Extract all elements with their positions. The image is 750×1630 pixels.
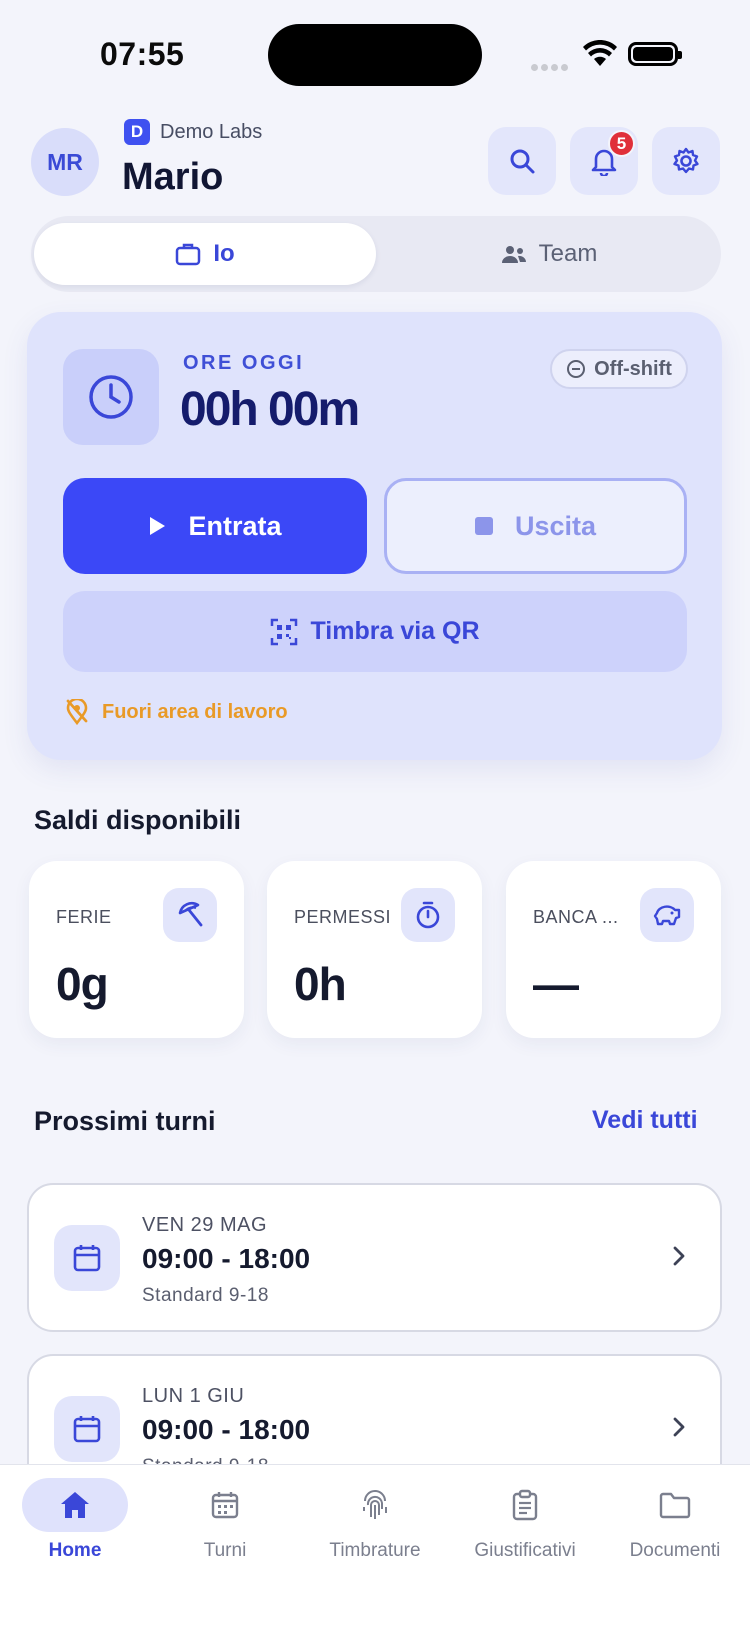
dynamic-island: [268, 24, 482, 86]
shift-card[interactable]: VEN 29 MAG 09:00 - 18:00 Standard 9-18: [27, 1183, 722, 1332]
chevron-right-icon: [672, 1416, 686, 1443]
stop-icon: [474, 517, 493, 535]
calendar-icon: [172, 1478, 278, 1532]
play-icon: [150, 517, 166, 535]
balance-label: PERMESSI: [294, 907, 392, 927]
search-icon: [510, 149, 535, 174]
shift-status-badge: Off-shift: [550, 349, 688, 389]
shift-hours: 09:00 - 18:00: [142, 1414, 311, 1445]
shift-date: VEN 29 MAG: [142, 1214, 268, 1236]
tab-documenti-label: Documenti: [629, 1540, 721, 1561]
search-button[interactable]: [488, 127, 556, 195]
calendar-icon: [54, 1396, 120, 1462]
shift-type: Standard 9-18: [142, 1285, 269, 1306]
briefcase-icon: [176, 243, 201, 266]
beach-umbrella-icon: [163, 888, 217, 942]
tab-io-label: Io: [213, 240, 235, 267]
qr-clock-label: Timbra via QR: [310, 617, 480, 645]
avatar[interactable]: MR: [31, 128, 99, 196]
stopwatch-icon: [401, 888, 455, 942]
home-icon: [22, 1478, 128, 1532]
hours-today-value: 00h 00m: [180, 383, 360, 436]
folder-icon: [622, 1478, 728, 1532]
gear-icon: [673, 147, 699, 174]
balance-value: 0h: [294, 958, 347, 1010]
calendar-icon: [54, 1225, 120, 1291]
balance-card-banca[interactable]: BANCA ... —: [506, 861, 721, 1038]
hours-today-label: ORE OGGI: [183, 352, 305, 374]
shift-status-text: Off-shift: [594, 357, 672, 380]
clipboard-icon: [472, 1478, 578, 1532]
tab-documenti[interactable]: Documenti: [600, 1478, 750, 1562]
tab-timbrature-label: Timbrature: [329, 1540, 421, 1561]
tab-team-label: Team: [538, 240, 598, 267]
qr-code-icon: [271, 618, 298, 645]
user-name: Mario: [122, 156, 224, 198]
balance-label: BANCA ...: [533, 907, 619, 927]
tab-team[interactable]: Team: [378, 223, 720, 285]
balance-value: —: [533, 958, 579, 1010]
qr-clock-button[interactable]: Timbra via QR: [63, 591, 687, 672]
battery-icon: [628, 42, 682, 66]
chevron-right-icon: [672, 1245, 686, 1272]
clock-out-label: Uscita: [514, 510, 597, 541]
balance-label: FERIE: [56, 907, 112, 927]
cellular-signal-icon: [531, 58, 571, 76]
balance-card-ferie[interactable]: FERIE 0g: [29, 861, 244, 1038]
geofence-warning-text: Fuori area di lavoro: [102, 700, 288, 723]
balance-value: 0g: [56, 958, 109, 1010]
fingerprint-icon: [322, 1478, 428, 1532]
see-all-link[interactable]: Vedi tutti: [592, 1106, 698, 1135]
clock-in-label: Entrata: [188, 510, 282, 541]
upcoming-shifts-title: Prossimi turni: [34, 1106, 216, 1136]
clock-tile: [63, 349, 159, 445]
status-time: 07:55: [100, 36, 185, 72]
balance-card-permessi[interactable]: PERMESSI 0h: [267, 861, 482, 1038]
tab-turni[interactable]: Turni: [150, 1478, 300, 1562]
clock-icon: [89, 375, 133, 419]
tab-timbrature[interactable]: Timbrature: [300, 1478, 450, 1562]
location-off-icon: [66, 699, 88, 725]
shift-hours: 09:00 - 18:00: [142, 1243, 311, 1274]
settings-button[interactable]: [652, 127, 720, 195]
org-name[interactable]: Demo Labs: [160, 121, 262, 144]
tab-turni-label: Turni: [203, 1540, 247, 1561]
tab-home-label: Home: [48, 1540, 102, 1561]
tab-home[interactable]: Home: [0, 1478, 150, 1562]
clock-out-button[interactable]: Uscita: [384, 478, 687, 574]
tab-io[interactable]: Io: [34, 223, 376, 285]
people-icon: [501, 246, 526, 263]
piggy-bank-icon: [640, 888, 694, 942]
notification-badge: 5: [608, 130, 635, 157]
tab-giustificativi-label: Giustificativi: [474, 1540, 576, 1561]
tab-giustificativi[interactable]: Giustificativi: [450, 1478, 600, 1562]
org-badge: D: [124, 119, 150, 145]
shift-date: LUN 1 GIU: [142, 1385, 245, 1407]
wifi-icon: [582, 39, 618, 73]
balances-title: Saldi disponibili: [34, 805, 242, 835]
minus-circle-icon: [567, 360, 586, 378]
clock-in-button[interactable]: Entrata: [63, 478, 367, 574]
geofence-warning: Fuori area di lavoro: [66, 699, 288, 725]
